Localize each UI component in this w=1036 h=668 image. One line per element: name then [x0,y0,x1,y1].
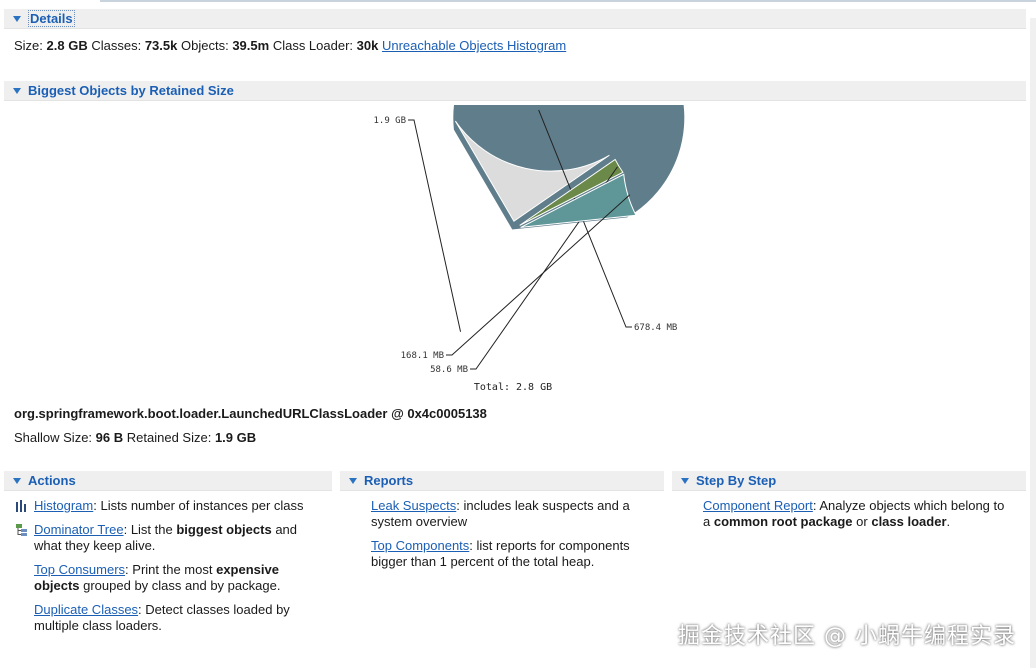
collapse-triangle-icon[interactable] [13,15,21,22]
component-report-desc: : Analyze objects which belong to [812,498,1005,513]
pie-slice-label: 678.4 MB [634,323,677,333]
report-leak-suspects: Leak Suspects: includes leak suspects an… [371,498,661,530]
reports-list: Leak Suspects: includes leak suspects an… [371,498,661,578]
retained-size-label: Retained Size: [126,430,212,445]
step-by-step-title: Step By Step [696,473,777,488]
histogram-desc: : Lists number of instances per class [93,498,304,513]
action-dominator-tree: Dominator Tree: List the biggest objects… [15,522,335,554]
reports-title: Reports [364,473,414,488]
unreachable-objects-histogram-link[interactable]: Unreachable Objects Histogram [382,38,566,53]
collapse-triangle-icon[interactable] [349,477,357,484]
dominator-desc: : List the [123,522,177,537]
object-name[interactable]: org.springframework.boot.loader.Launched… [14,406,487,421]
component-report-desc-2: a [703,514,714,529]
pie-chart-svg: 1.9 GB 678.4 MB 58.6 MB 168.1 MB Total: 2.8 … [373,105,686,393]
pie-leader-line [408,119,462,332]
leak-suspects-desc-2: system overview [371,514,468,529]
biggest-objects-title: Biggest Objects by Retained Size [28,83,234,98]
report-top-components: Top Components: list reports for compone… [371,538,661,570]
leak-suspects-link[interactable]: Leak Suspects [371,498,456,513]
collapse-triangle-icon[interactable] [13,87,21,94]
step-by-step-list: Component Report: Analyze objects which … [703,498,1023,538]
class-loader-label: Class Loader: [272,38,354,53]
size-label: Size: [14,38,43,53]
component-report-link[interactable]: Component Report [703,498,813,513]
dominator-bold: biggest objects [176,522,272,537]
pie-slice-label: 168.1 MB [401,351,444,361]
action-histogram: Histogram: Lists number of instances per… [15,498,335,514]
duplicate-classes-link[interactable]: Duplicate Classes [34,602,138,617]
top-consumers-desc-2: grouped by class and by package. [79,578,281,593]
classes-value: 73.5k [144,38,178,53]
pie-slice-label: 1.9 GB [373,116,406,126]
details-section-header[interactable]: Details [4,9,1026,29]
object-sizes: Shallow Size: 96 B Retained Size: 1.9 GB [14,430,256,445]
collapse-triangle-icon[interactable] [13,477,21,484]
actions-list: Histogram: Lists number of instances per… [15,498,335,642]
top-consumers-link[interactable]: Top Consumers [34,562,125,577]
duplicate-classes-desc-2: multiple class loaders. [34,618,162,633]
dominator-tree-icon [16,524,27,536]
histogram-icon [16,500,26,512]
top-components-desc: : list reports for components [469,538,630,553]
leak-suspects-desc: : includes leak suspects and a [456,498,630,513]
reports-section-header[interactable]: Reports [340,471,664,491]
component-report-desc-4: . [946,514,951,529]
top-components-desc-2: bigger than 1 percent of the total heap. [371,554,595,569]
dominator-desc-2: and [271,522,298,537]
details-summary: Size: 2.8 GB Classes: 73.5k Objects: 39.… [14,38,566,53]
classes-label: Classes: [91,38,142,53]
histogram-link[interactable]: Histogram [34,498,93,513]
top-consumers-bold-2: objects [34,578,80,593]
top-consumers-bold: expensive [216,562,279,577]
watermark: 掘金技术社区 @ 小蜗牛编程实录 [678,624,1016,649]
pie-total-label: Total: 2.8 GB [474,382,552,393]
step-component-report: Component Report: Analyze objects which … [703,498,1023,530]
retained-size-value: 1.9 GB [214,430,257,445]
action-top-consumers: Top Consumers: Print the most expensive o… [15,562,335,594]
objects-value: 39.5m [232,38,270,53]
component-report-bold: common root package [713,514,853,529]
component-report-desc-3: or [852,514,872,529]
duplicate-classes-desc: : Detect classes loaded by [138,602,290,617]
biggest-objects-section-header[interactable]: Biggest Objects by Retained Size [4,81,1026,101]
top-components-link[interactable]: Top Components [371,538,469,553]
top-border [100,0,1036,2]
objects-label: Objects: [181,38,229,53]
component-report-bold-2: class loader [871,514,947,529]
details-title: Details [28,10,75,27]
pie-slice-label: 58.6 MB [430,365,468,375]
size-value: 2.8 GB [46,38,88,53]
collapse-triangle-icon[interactable] [681,477,689,484]
dominator-tree-link[interactable]: Dominator Tree [34,522,124,537]
shallow-size-value: 96 B [95,430,124,445]
dominator-desc-3: what they keep alive. [34,538,156,553]
top-consumers-desc: : Print the most [125,562,217,577]
step-by-step-section-header[interactable]: Step By Step [672,471,1026,491]
actions-title: Actions [28,473,76,488]
retained-size-pie-chart[interactable]: 1.9 GB 678.4 MB 58.6 MB 168.1 MB Total: 2.8 … [0,105,1036,400]
actions-section-header[interactable]: Actions [4,471,332,491]
class-loader-value: 30k [356,38,379,53]
shallow-size-label: Shallow Size: [14,430,93,445]
action-duplicate-classes: Duplicate Classes: Detect classes loaded… [15,602,335,634]
